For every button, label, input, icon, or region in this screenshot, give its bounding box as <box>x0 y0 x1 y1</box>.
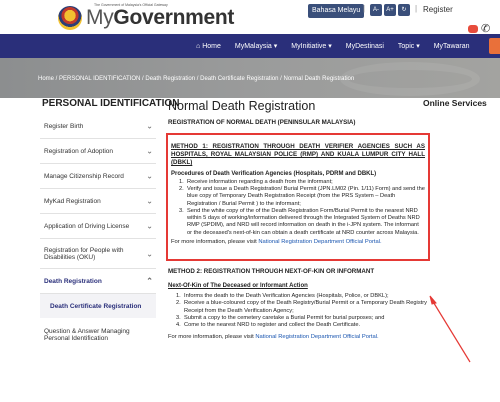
banner-decoration <box>340 62 480 96</box>
chevron-down-icon: ▾ <box>328 43 332 50</box>
chevron-down-icon: ⌄ <box>146 171 153 181</box>
chevron-up-icon: ⌃ <box>146 276 153 286</box>
nav-mydestinasi[interactable]: MyDestinasi <box>346 43 384 50</box>
breadcrumb-death-registration[interactable]: Death Registration <box>145 76 195 82</box>
list-item: 3. Send the white copy of the of the Deat… <box>179 207 420 236</box>
divider: | <box>363 4 366 13</box>
method1-steps: 1. Receive information regarding a death … <box>171 179 425 237</box>
sidebar-item-citizenship[interactable]: Manage Citizenship Record ⌄ <box>40 164 156 189</box>
chevron-down-icon: ⌄ <box>146 146 153 156</box>
malaysia-crest-icon <box>58 6 82 30</box>
sidebar-item-adoption[interactable]: Registration of Adoption ⌄ <box>40 139 156 164</box>
nav-mymalaysia[interactable]: MyMalaysia ▾ <box>235 42 277 50</box>
nrd-portal-link[interactable]: National Registration Department Officia… <box>258 239 381 245</box>
home-icon: ⌂ <box>196 42 201 50</box>
register-link[interactable]: Register <box>423 5 453 14</box>
breadcrumb-personal-identification[interactable]: PERSONAL IDENTIFICATION <box>59 76 140 82</box>
nav-action-button[interactable] <box>489 38 500 54</box>
method2-more-info: For more information, please visit Natio… <box>168 334 379 341</box>
nav-myinitiative[interactable]: MyInitiative ▾ <box>291 42 331 50</box>
method2-heading: METHOD 2: REGISTRATION THROUGH NEXT-OF-K… <box>168 268 375 275</box>
page-subtitle: REGISTRATION OF NORMAL DEATH (PENINSULAR… <box>168 119 356 126</box>
list-item: 1. Informs the death to the Death Verific… <box>176 293 389 299</box>
sidebar-item-qa[interactable]: Question & Answer Managing Personal Iden… <box>40 318 156 352</box>
logo-tagline: The Government of Malaysia's Official Ga… <box>94 3 168 7</box>
logo-wordmark: MyGovernment <box>86 6 235 29</box>
sidebar-item-mykad[interactable]: MyKad Registration ⌄ <box>40 189 156 214</box>
method2-subheading: Next-Of-Kin of The Deceased or Informant… <box>168 283 308 289</box>
chevron-down-icon: ▾ <box>273 43 278 50</box>
mygovernment-logo[interactable]: The Government of Malaysia's Official Ga… <box>58 3 235 30</box>
method1-highlight-box: METHOD 1: REGISTRATION THROUGH DEATH VER… <box>166 133 430 261</box>
online-services-heading: Online Services <box>423 98 487 108</box>
divider: | <box>415 4 418 13</box>
sidebar-item-driving-license[interactable]: Application of Driving License ⌄ <box>40 214 156 239</box>
breadcrumb: Home / PERSONAL IDENTIFICATION / Death R… <box>38 76 355 82</box>
sidebar-item-oku[interactable]: Registration for People with Disabilitie… <box>40 239 156 269</box>
breadcrumb-current: Normal Death Registration <box>283 76 355 82</box>
method1-procedures-title: Procedures of Death Verification Agencie… <box>171 170 377 177</box>
method2-steps: 1. Informs the death to the Death Verific… <box>168 293 428 329</box>
chevron-down-icon: ⌄ <box>146 221 153 231</box>
method1-heading: METHOD 1: REGISTRATION THROUGH DEATH VER… <box>171 143 425 167</box>
font-increase-icon[interactable]: A+ <box>384 4 396 16</box>
method2-section: METHOD 2: REGISTRATION THROUGH NEXT-OF-K… <box>168 268 428 340</box>
list-item: 1. Receive information regarding a death … <box>179 178 333 185</box>
list-item: 2. Receive a blue-coloured copy of the De… <box>176 300 427 314</box>
sidebar-title: PERSONAL IDENTIFICATION <box>42 98 180 109</box>
sidebar-item-register-birth[interactable]: Register Birth ⌄ <box>40 114 156 139</box>
refresh-icon[interactable]: ↻ <box>398 4 410 16</box>
nav-mytawaran[interactable]: MyTawaran <box>434 43 470 50</box>
chat-icon[interactable] <box>468 24 478 33</box>
list-item: 4. Come to the nearest NRD to register an… <box>176 322 361 329</box>
nav-topic[interactable]: Topic ▾ <box>398 42 420 50</box>
chevron-down-icon: ⌄ <box>146 196 153 206</box>
sidebar-subitem-death-certificate[interactable]: Death Certificate Registration <box>40 294 156 318</box>
sidebar: Register Birth ⌄ Registration of Adoption… <box>40 114 156 352</box>
main-navigation: ⌂ Home MyMalaysia ▾ MyInitiative ▾ MyDes… <box>0 34 500 58</box>
nrd-portal-link[interactable]: National Registration Department Officia… <box>255 334 378 340</box>
chevron-down-icon: ⌄ <box>146 249 153 258</box>
page-title: Normal Death Registration <box>168 99 316 113</box>
chevron-down-icon: ⌄ <box>146 121 153 131</box>
font-decrease-icon[interactable]: A- <box>370 4 382 16</box>
language-button[interactable]: Bahasa Melayu <box>308 4 365 18</box>
logo-text: The Government of Malaysia's Official Ga… <box>86 3 235 30</box>
list-item: 3. Submit a copy to the cemetery caretake… <box>176 314 385 321</box>
sidebar-item-death-registration[interactable]: Death Registration ⌃ <box>40 269 156 294</box>
accessibility-tools: A- A+ ↻ <box>370 4 410 16</box>
list-item: 2. Verify and issue a Death Registration/… <box>179 185 425 207</box>
nav-home[interactable]: ⌂ Home <box>196 43 221 50</box>
breadcrumb-home[interactable]: Home <box>38 76 54 82</box>
breadcrumb-death-certificate[interactable]: Death Certificate Registration <box>200 76 278 82</box>
method1-more-info: For more information, please visit Natio… <box>171 238 382 245</box>
chevron-down-icon: ▾ <box>416 43 420 50</box>
